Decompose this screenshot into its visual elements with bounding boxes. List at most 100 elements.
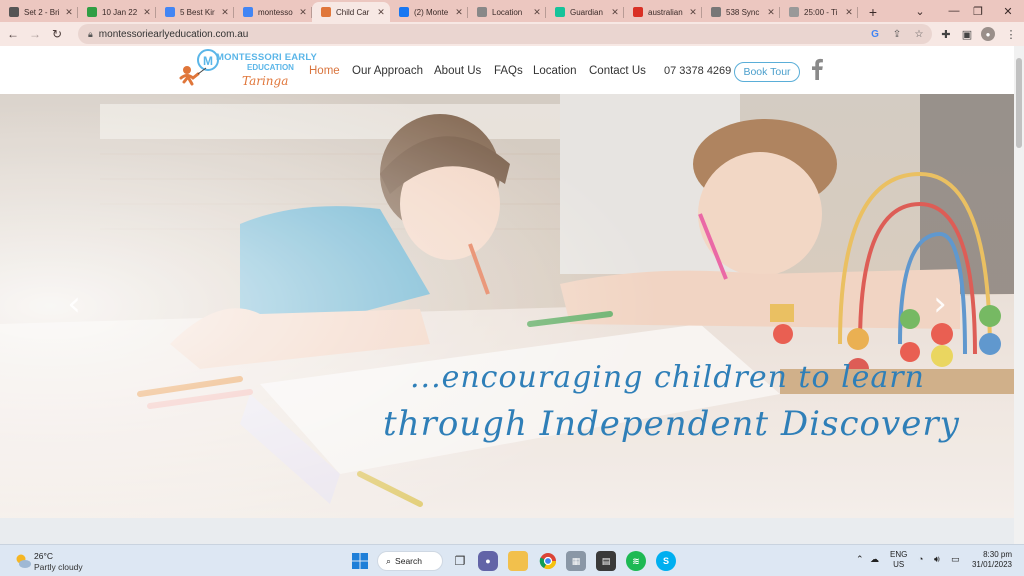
hero-photo: [0, 94, 1014, 518]
logo-text-line3: Taringa: [242, 74, 289, 88]
taskbar-search-label: Search: [395, 556, 422, 566]
browser-tab[interactable]: (2) Monte ✕: [390, 2, 468, 22]
browser-tab-title: Location: [492, 7, 523, 17]
taskbar-search[interactable]: ⌕ Search: [377, 551, 443, 571]
google-drive-icon: [87, 7, 97, 17]
share-icon[interactable]: ⇪: [890, 27, 904, 41]
close-tab-icon[interactable]: ✕: [844, 7, 854, 18]
nav-contact-us[interactable]: Contact Us: [589, 65, 646, 77]
site-header: M MONTESSORI EARLY EDUCATION Taringa Hom…: [0, 46, 1014, 94]
close-tab-icon[interactable]: ✕: [454, 7, 464, 18]
file-explorer-icon[interactable]: [508, 551, 528, 571]
browser-tab-title: 10 Jan 22: [102, 7, 138, 17]
restore-button[interactable]: ❐: [962, 0, 994, 22]
carousel-prev-arrow-icon[interactable]: ‹: [64, 284, 84, 324]
close-tab-icon[interactable]: ✕: [766, 7, 776, 18]
extensions-puzzle-icon[interactable]: ✚: [939, 27, 953, 41]
tab-separator: [857, 7, 858, 18]
volume-icon[interactable]: 🔊︎: [934, 554, 940, 565]
browser-tab-title: 5 Best Kir: [180, 7, 215, 17]
browser-tab[interactable]: montesso ✕: [234, 2, 312, 22]
browser-tab-strip: Set 2 - Bri ✕ 10 Jan 22 ✕ 5 Best Kir ✕ montess…: [0, 0, 1024, 22]
grammarly-icon: [555, 7, 565, 17]
sticky-notes-icon[interactable]: ▤: [596, 551, 616, 571]
clock-time: 8:30 pm: [983, 550, 1012, 559]
google-lens-icon[interactable]: G: [868, 27, 882, 41]
browser-tab[interactable]: Child Car ✕: [312, 2, 390, 22]
battery-icon[interactable]: ▭: [951, 554, 960, 565]
wifi-icon[interactable]: ◔: [918, 554, 923, 564]
scrollbar-thumb[interactable]: [1016, 58, 1022, 148]
onedrive-cloud-icon[interactable]: ☁︎: [870, 554, 879, 565]
browser-tab[interactable]: 25:00 - Ti ✕: [780, 2, 858, 22]
browser-tab-title: 25:00 - Ti: [804, 7, 838, 17]
browser-tab-title: Guardian: [570, 7, 603, 17]
clock-date: 31/01/2023: [971, 560, 1012, 569]
close-tab-icon[interactable]: ✕: [376, 7, 386, 18]
task-view-icon[interactable]: ❐: [450, 551, 470, 571]
browser-menu-icon[interactable]: ⋮: [1004, 27, 1018, 41]
bookmark-star-icon[interactable]: ☆: [912, 27, 926, 41]
close-window-button[interactable]: ✕: [992, 0, 1024, 22]
chrome-icon[interactable]: [538, 551, 558, 571]
nav-faqs[interactable]: FAQs: [494, 65, 523, 77]
browser-tab[interactable]: 10 Jan 22 ✕: [78, 2, 156, 22]
spotify-icon[interactable]: ≋: [626, 551, 646, 571]
hero-tagline-line1: ...encouraging children to learn: [410, 360, 925, 395]
logo-text-line1: MONTESSORI EARLY: [216, 52, 318, 63]
windows-start-icon[interactable]: [350, 551, 370, 571]
timer-icon: [789, 7, 799, 17]
book-icon: [9, 7, 19, 17]
nav-our-approach[interactable]: Our Approach: [352, 65, 423, 77]
site-logo[interactable]: M MONTESSORI EARLY EDUCATION Taringa: [178, 48, 317, 92]
carousel-next-arrow-icon[interactable]: ›: [930, 284, 950, 324]
back-button[interactable]: ←: [2, 23, 24, 45]
close-tab-icon[interactable]: ✕: [610, 7, 620, 18]
system-clock[interactable]: 8:30 pm 31/01/2023: [970, 550, 1012, 570]
facebook-icon[interactable]: [809, 58, 825, 80]
book-tour-button[interactable]: Book Tour: [734, 62, 800, 82]
close-tab-icon[interactable]: ✕: [532, 7, 542, 18]
page-scrollbar[interactable]: [1014, 46, 1024, 544]
skype-icon[interactable]: S: [656, 551, 676, 571]
close-tab-icon[interactable]: ✕: [688, 7, 698, 18]
weather-temperature: 26°C: [34, 551, 53, 561]
teams-chat-icon[interactable]: ●: [478, 551, 498, 571]
address-bar[interactable]: 🔒︎ montessoriearlyeducation.com.au G ⇪ ☆: [78, 24, 932, 44]
search-icon: ⌕: [386, 555, 392, 566]
language-indicator[interactable]: ENG US: [890, 550, 907, 570]
close-tab-icon[interactable]: ✕: [142, 7, 152, 18]
side-panel-icon[interactable]: ▣: [960, 27, 974, 41]
browser-tab[interactable]: Set 2 - Bri ✕: [0, 2, 78, 22]
close-tab-icon[interactable]: ✕: [64, 7, 74, 18]
nav-location[interactable]: Location: [533, 65, 576, 77]
calculator-icon[interactable]: ▦: [566, 551, 586, 571]
reload-button[interactable]: ↻: [46, 23, 68, 45]
tab-search-chevron-icon[interactable]: ⌄: [904, 0, 936, 22]
nav-home[interactable]: Home: [309, 65, 340, 77]
nav-about-us[interactable]: About Us: [434, 65, 481, 77]
profile-avatar-icon[interactable]: ●: [981, 27, 995, 41]
hero-banner: ‹ › ...encouraging children to learn thr…: [0, 94, 1014, 518]
tray-overflow-chevron-icon[interactable]: ⌃: [856, 554, 864, 565]
pdf-icon: [633, 7, 643, 17]
google-icon: [243, 7, 253, 17]
browser-tab[interactable]: 5 Best Kir ✕: [156, 2, 234, 22]
browser-tab[interactable]: Location ✕: [468, 2, 546, 22]
facebook-icon: [399, 7, 409, 17]
browser-tab-title: australian: [648, 7, 683, 17]
browser-tab[interactable]: 538 Sync ✕: [702, 2, 780, 22]
close-tab-icon[interactable]: ✕: [298, 7, 308, 18]
weather-widget[interactable]: 26°C Partly cloudy: [12, 549, 112, 575]
close-tab-icon[interactable]: ✕: [220, 7, 230, 18]
browser-tab[interactable]: Guardian ✕: [546, 2, 624, 22]
language-region: US: [893, 560, 905, 569]
phone-number[interactable]: 07 3378 4269: [664, 65, 731, 77]
browser-tab-title: 538 Sync: [726, 7, 760, 17]
forward-button[interactable]: →: [24, 23, 46, 45]
browser-tab[interactable]: australian ✕: [624, 2, 702, 22]
lock-icon: 🔒︎: [88, 28, 93, 39]
new-tab-button[interactable]: +: [862, 2, 884, 22]
browser-toolbar: ← → ↻ 🔒︎ montessoriearlyeducation.com.au…: [0, 22, 1024, 46]
sync-icon: [711, 7, 721, 17]
